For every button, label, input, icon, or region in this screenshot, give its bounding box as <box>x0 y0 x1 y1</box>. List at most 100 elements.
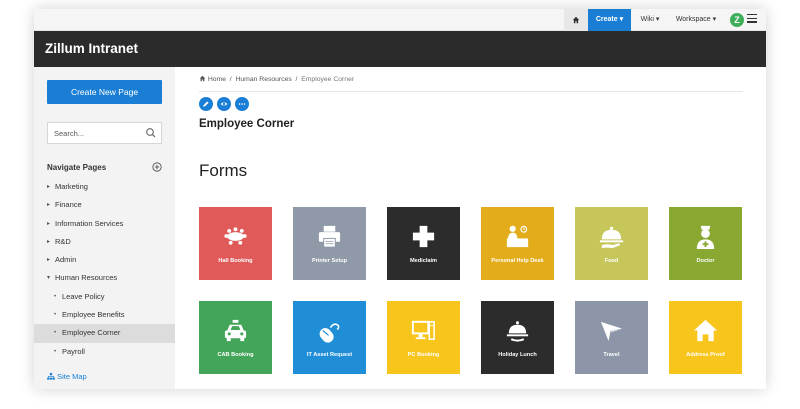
wiki-label: Wiki <box>640 16 654 23</box>
nav-item-label: Payroll <box>62 346 85 356</box>
nav-item-label: Employee Benefits <box>62 310 125 320</box>
section-title: Forms <box>199 161 248 180</box>
page-actions <box>199 97 253 115</box>
nav-item-employee-corner[interactable]: • Employee Corner <box>34 324 175 343</box>
computer-icon <box>411 320 435 340</box>
tile-food[interactable]: Food <box>575 207 648 280</box>
more-options-button[interactable] <box>235 97 249 111</box>
tile-it-asset-request[interactable]: IT Asset Request <box>293 301 366 374</box>
tile-holiday-lunch[interactable]: Holiday Lunch <box>481 301 554 374</box>
tile-label: PC Booking <box>407 352 440 358</box>
tile-hall-booking[interactable]: Hall Booking <box>199 207 272 280</box>
bullet-icon: • <box>54 348 57 355</box>
navigate-pages-title: Navigate Pages <box>47 163 107 172</box>
tile-doctor[interactable]: Doctor <box>669 207 742 280</box>
top-nav: Create ▾ Wiki ▾ Workspace ▾ Z <box>34 9 766 31</box>
create-menu-button[interactable]: Create ▾ <box>588 9 631 31</box>
tile-label: Hall Booking <box>218 258 253 264</box>
sidebar: Create New Page Navigate Pages ▸ Marketin… <box>34 67 175 389</box>
breadcrumb-parent[interactable]: Human Resources <box>235 76 291 83</box>
nav-tree: ▸ Marketing ▸ Finance ▸ Information Service… <box>34 178 175 361</box>
breadcrumb-separator: / <box>227 76 234 83</box>
pencil-icon <box>203 101 209 107</box>
chevron-right-icon: ▸ <box>47 257 51 264</box>
tile-travel[interactable]: Travel <box>575 301 648 374</box>
nav-item-label: Information Services <box>55 218 124 228</box>
tile-label: Mediclaim <box>409 258 438 264</box>
nav-item-marketing[interactable]: ▸ Marketing <box>34 178 175 196</box>
tile-label: IT Asset Request <box>306 352 353 358</box>
home-icon <box>199 75 206 82</box>
nav-item-finance[interactable]: ▸ Finance <box>34 196 175 214</box>
tile-pc-booking[interactable]: PC Booking <box>387 301 460 374</box>
search-input[interactable] <box>48 123 143 144</box>
nav-item-admin[interactable]: ▸ Admin <box>34 251 175 269</box>
workspace-label: Workspace <box>675 16 711 23</box>
site-map-link[interactable]: Site Map <box>47 372 87 381</box>
nav-item-label: Marketing <box>55 182 88 191</box>
tile-cab-booking[interactable]: CAB Booking <box>199 301 272 374</box>
tile-label: CAB Booking <box>217 352 254 358</box>
nav-item-label: Admin <box>55 255 77 265</box>
printer-icon <box>318 225 341 248</box>
help-desk-icon <box>506 225 529 248</box>
medical-cross-icon <box>412 225 435 248</box>
bullet-icon: • <box>54 293 57 300</box>
main-content: Home / Human Resources / Employee Corner… <box>175 67 766 389</box>
nav-item-label: R&D <box>55 236 71 246</box>
edit-button[interactable] <box>199 97 213 111</box>
nav-item-payroll[interactable]: • Payroll <box>34 343 175 361</box>
house-icon <box>693 319 718 342</box>
search-box <box>47 122 162 144</box>
add-page-icon[interactable] <box>152 162 162 172</box>
divider <box>199 91 743 92</box>
tile-label: Personal Help Desk <box>491 258 544 264</box>
nav-item-leave-policy[interactable]: • Leave Policy <box>34 288 175 306</box>
breadcrumb: Home / Human Resources / Employee Corner <box>199 75 354 83</box>
wiki-menu-button[interactable]: Wiki ▾ <box>634 9 666 31</box>
paper-plane-icon <box>600 321 623 342</box>
tile-label: Travel <box>603 352 620 358</box>
food-cloche-icon <box>599 226 624 249</box>
nav-item-label: Human Resources <box>55 273 118 283</box>
home-button[interactable] <box>564 9 588 31</box>
tile-label: Holiday Lunch <box>498 352 537 358</box>
view-button[interactable] <box>217 97 231 111</box>
nav-item-rnd[interactable]: ▸ R&D <box>34 233 175 251</box>
chevron-down-icon: ▾ <box>47 275 51 282</box>
tile-printer-setup[interactable]: Printer Setup <box>293 207 366 280</box>
tile-personal-help-desk[interactable]: Personal Help Desk <box>481 207 554 280</box>
tile-label: Address Proof <box>686 352 725 358</box>
ellipsis-icon <box>238 103 246 105</box>
create-new-page-button[interactable]: Create New Page <box>47 80 162 104</box>
create-label: Create <box>595 16 618 23</box>
bullet-icon: • <box>54 330 57 337</box>
nav-item-employee-benefits[interactable]: • Employee Benefits <box>34 306 175 324</box>
breadcrumb-home[interactable]: Home <box>208 76 226 83</box>
nurse-icon <box>696 225 715 250</box>
serving-tray-icon <box>506 321 529 342</box>
user-avatar[interactable]: Z <box>730 13 744 27</box>
nav-item-label: Employee Corner <box>62 328 121 338</box>
taxi-icon <box>224 319 247 342</box>
chevron-right-icon: ▸ <box>47 184 51 190</box>
search-icon[interactable] <box>145 127 157 139</box>
tile-label: Food <box>604 258 619 264</box>
chevron-right-icon: ▸ <box>47 220 51 227</box>
workspace-menu-button[interactable]: Workspace ▾ <box>670 9 722 31</box>
meeting-icon <box>224 227 247 245</box>
chevron-down-icon: ▾ <box>655 16 660 23</box>
page-title: Employee Corner <box>199 118 295 130</box>
breadcrumb-separator: / <box>293 76 300 83</box>
nav-item-human-resources[interactable]: ▾ Human Resources <box>34 269 175 287</box>
nav-item-information-services[interactable]: ▸ Information Services <box>34 215 175 233</box>
hamburger-menu-icon[interactable] <box>747 14 757 26</box>
chevron-down-icon: ▾ <box>619 16 624 23</box>
chevron-right-icon: ▸ <box>47 238 51 245</box>
tile-address-proof[interactable]: Address Proof <box>669 301 742 374</box>
chevron-right-icon: ▸ <box>47 202 51 209</box>
site-map-label: Site Map <box>57 372 87 381</box>
tile-mediclaim[interactable]: Mediclaim <box>387 207 460 280</box>
chevron-down-icon: ▾ <box>712 16 717 23</box>
nav-item-label: Finance <box>55 200 82 210</box>
